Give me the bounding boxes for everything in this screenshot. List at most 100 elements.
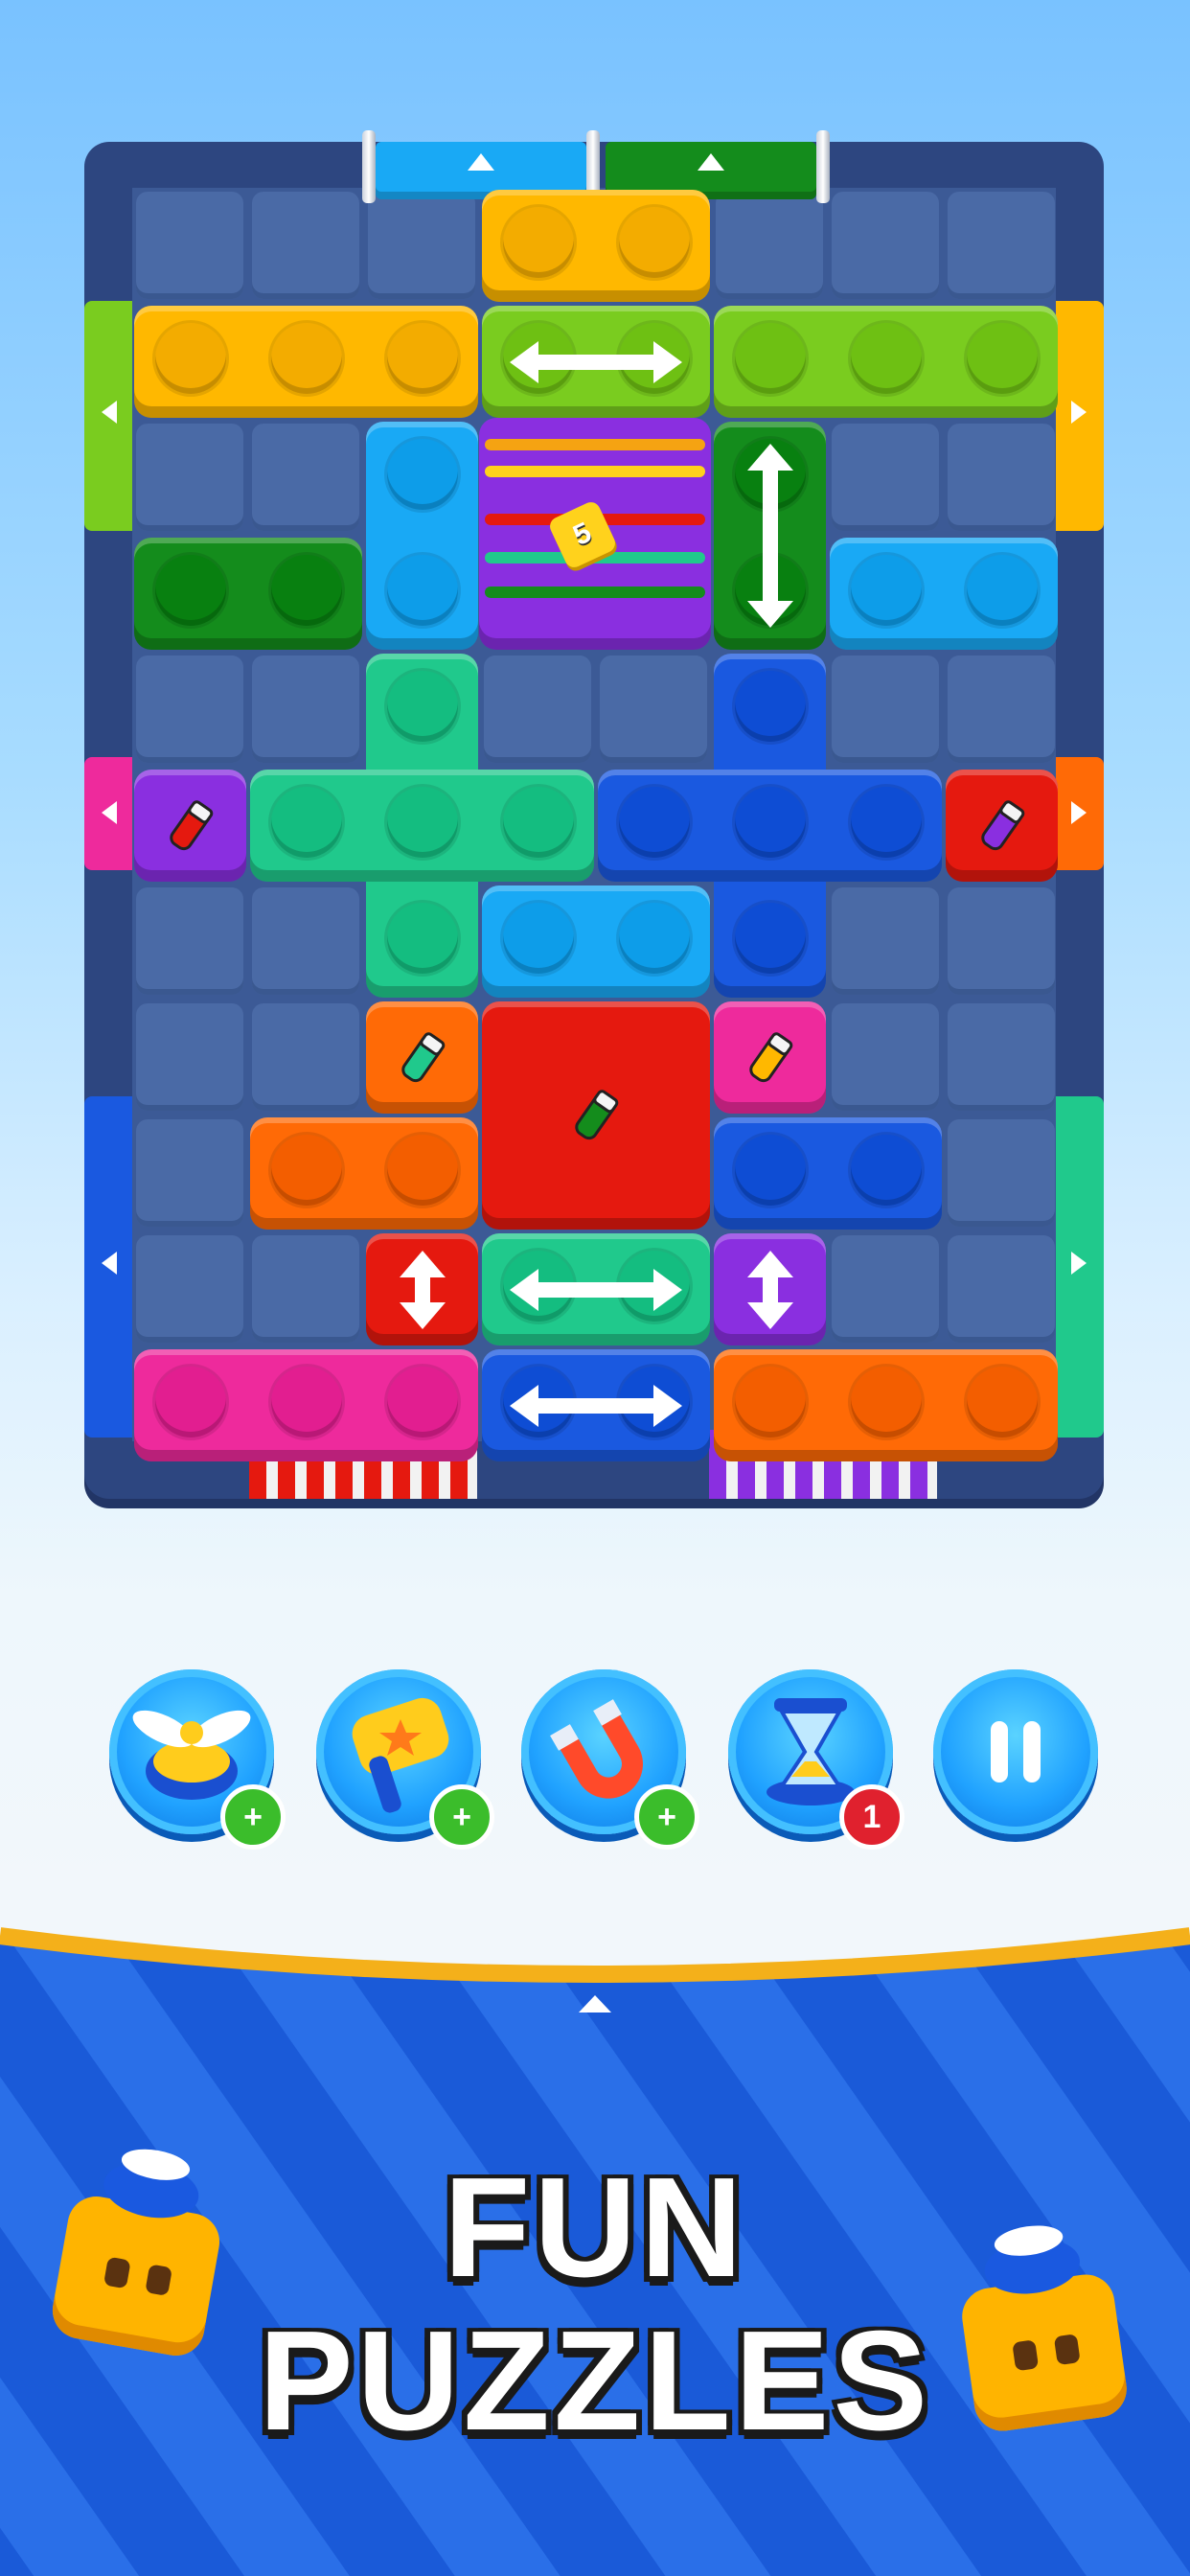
orange-block-bottom[interactable] bbox=[714, 1349, 1058, 1461]
grid-cell bbox=[600, 656, 707, 763]
yellow-block-top[interactable] bbox=[482, 190, 710, 302]
green-slider-block-vertical[interactable] bbox=[714, 422, 826, 650]
block-stud bbox=[386, 554, 458, 626]
grid-cell bbox=[832, 424, 939, 531]
block-stud bbox=[966, 554, 1038, 626]
block-stud bbox=[734, 670, 806, 742]
cutter-tool-icon bbox=[169, 799, 213, 850]
orange-tool-block[interactable] bbox=[366, 1001, 478, 1114]
block-stud bbox=[734, 902, 806, 974]
gate-arrow-right-icon bbox=[1071, 801, 1087, 824]
block-stud bbox=[154, 1366, 226, 1438]
block-stud bbox=[386, 438, 458, 510]
lock-counter: 5 bbox=[568, 517, 597, 553]
red-tool-block[interactable] bbox=[946, 770, 1058, 882]
pink-tool-block[interactable] bbox=[714, 1001, 826, 1114]
gate-arrow-up-icon bbox=[698, 153, 724, 171]
block-stud bbox=[270, 1366, 342, 1438]
block-stud bbox=[734, 1366, 806, 1438]
pause-icon bbox=[987, 1721, 1044, 1782]
grid-cell bbox=[368, 192, 475, 299]
block-stud bbox=[270, 1134, 342, 1206]
block-stud bbox=[270, 554, 342, 626]
vertical-arrow-icon bbox=[746, 1250, 793, 1329]
block-stud bbox=[154, 554, 226, 626]
orange-block[interactable] bbox=[250, 1117, 478, 1230]
blue-block[interactable] bbox=[714, 1117, 942, 1230]
grid-cell bbox=[136, 887, 243, 995]
grid-cell bbox=[252, 887, 359, 995]
gate-arrow-right-icon bbox=[1071, 1252, 1087, 1275]
grid-cell bbox=[948, 1003, 1055, 1111]
blue-slider-block[interactable] bbox=[482, 1349, 710, 1461]
block-stud bbox=[966, 322, 1038, 394]
grid-cell bbox=[716, 192, 823, 299]
yellow-block-long[interactable] bbox=[134, 306, 478, 418]
block-stud bbox=[502, 206, 574, 278]
red-slider-block-vertical[interactable] bbox=[366, 1233, 478, 1346]
grid-cell bbox=[136, 192, 243, 299]
block-stud bbox=[270, 322, 342, 394]
purple-tool-block[interactable] bbox=[134, 770, 246, 882]
cutter-tool-icon bbox=[400, 1031, 445, 1082]
block-stud bbox=[386, 1366, 458, 1438]
block-stud bbox=[734, 322, 806, 394]
grid-cell bbox=[832, 1235, 939, 1343]
pink-block[interactable] bbox=[134, 1349, 478, 1461]
blue-cross-horizontal[interactable] bbox=[598, 770, 942, 882]
block-stud bbox=[850, 1134, 922, 1206]
grid-cell bbox=[136, 656, 243, 763]
grid-cell bbox=[948, 424, 1055, 531]
grid-cell bbox=[252, 1003, 359, 1111]
green-block[interactable] bbox=[134, 538, 362, 650]
grid-cell bbox=[252, 1235, 359, 1343]
horizontal-arrow-icon bbox=[510, 340, 682, 383]
gate-arrow-left-icon bbox=[102, 401, 117, 424]
title-line-2: PUZZLES bbox=[258, 2302, 932, 2460]
booster-badge: + bbox=[429, 1784, 494, 1850]
grid-cell bbox=[252, 192, 359, 299]
block-stud bbox=[618, 786, 690, 858]
block-stud bbox=[386, 902, 458, 974]
red-big-block-tool[interactable] bbox=[482, 1001, 710, 1230]
grid-cell bbox=[832, 192, 939, 299]
grid-cell bbox=[948, 192, 1055, 299]
block-stud bbox=[386, 1134, 458, 1206]
cyan-block-vertical[interactable] bbox=[366, 422, 478, 650]
block-stud bbox=[618, 902, 690, 974]
grid-cell bbox=[252, 656, 359, 763]
chained-block[interactable]: 5 bbox=[479, 418, 711, 650]
block-stud bbox=[850, 1366, 922, 1438]
block-stud bbox=[850, 322, 922, 394]
block-stud bbox=[154, 322, 226, 394]
pause-button[interactable] bbox=[933, 1669, 1098, 1834]
chain-bar bbox=[485, 439, 705, 450]
gate-arrow-left-icon bbox=[102, 1252, 117, 1275]
grid-cell bbox=[484, 656, 591, 763]
cyan-block-mid[interactable] bbox=[482, 886, 710, 998]
cutter-tool-icon bbox=[748, 1031, 792, 1082]
grid-cell bbox=[832, 887, 939, 995]
grid-cell bbox=[832, 656, 939, 763]
block-stud bbox=[850, 786, 922, 858]
block-stud bbox=[734, 786, 806, 858]
grid-cell bbox=[948, 1119, 1055, 1227]
lime-slider-block[interactable] bbox=[482, 306, 710, 418]
block-stud bbox=[502, 902, 574, 974]
block-stud bbox=[734, 1134, 806, 1206]
chain-bar bbox=[485, 586, 705, 598]
gate-post bbox=[362, 130, 376, 203]
block-stud bbox=[618, 206, 690, 278]
block-stud bbox=[386, 322, 458, 394]
mint-slider-block[interactable] bbox=[482, 1233, 710, 1346]
gate-arrow-right-icon bbox=[1071, 401, 1087, 424]
promo-banner: FUN PUZZLES bbox=[0, 1926, 1190, 2576]
cutter-tool-icon bbox=[575, 1090, 619, 1140]
booster-badge: + bbox=[634, 1784, 699, 1850]
block-stud bbox=[966, 1366, 1038, 1438]
mint-cross-horizontal[interactable] bbox=[250, 770, 594, 882]
purple-slider-block-vertical[interactable] bbox=[714, 1233, 826, 1346]
grid-cell bbox=[948, 887, 1055, 995]
cyan-block[interactable] bbox=[830, 538, 1058, 650]
lime-block[interactable] bbox=[714, 306, 1058, 418]
